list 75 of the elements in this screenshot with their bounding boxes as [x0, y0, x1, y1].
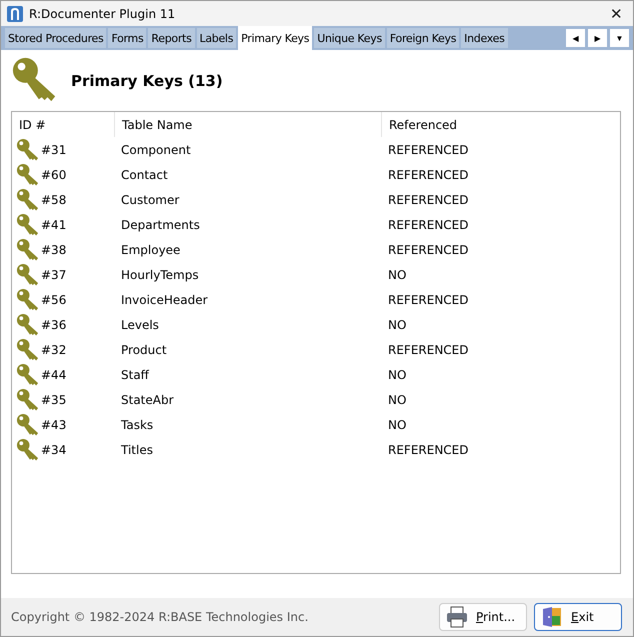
key-icon	[16, 188, 40, 212]
table-cell: #38	[41, 242, 66, 256]
table-cell: #56	[41, 292, 66, 306]
table-cell: #32	[41, 342, 66, 356]
table-cell-text: Departments	[120, 218, 201, 232]
table-cell-text: Staff	[120, 368, 150, 382]
table-cell: #35	[41, 392, 66, 406]
key-icon	[16, 388, 40, 412]
key-icon	[16, 238, 40, 262]
table-cell-text: NO	[387, 318, 408, 332]
door-icon	[541, 606, 563, 628]
table-cell-text: InvoiceHeader	[120, 292, 209, 306]
close-button[interactable]: ✕	[606, 4, 627, 22]
key-icon	[16, 362, 40, 386]
column-header[interactable]: Referenced	[381, 112, 620, 137]
table-cell: #36	[41, 318, 66, 332]
table-cell-text: StateAbr	[120, 392, 175, 406]
column-header[interactable]: ID #	[12, 112, 114, 137]
table-cell: #43	[41, 418, 66, 432]
table-cell: #34	[41, 442, 66, 456]
table-cell: #41	[41, 218, 66, 232]
tab-scroll-button[interactable]: ▶	[588, 29, 607, 47]
section-heading: Primary Keys (13)	[71, 72, 223, 90]
tab[interactable]: Indexes	[461, 28, 508, 48]
key-icon	[16, 262, 40, 286]
key-icon	[16, 212, 40, 236]
table-cell-text: Tasks	[120, 418, 154, 432]
tab[interactable]: Primary Keys	[238, 26, 312, 50]
table-cell-text: HourlyTemps	[120, 268, 200, 282]
table-cell: #37	[41, 268, 66, 282]
table-cell-text: NO	[387, 368, 408, 382]
exit-button[interactable]: Exit	[534, 603, 622, 631]
table-cell-text: REFERENCED	[387, 342, 470, 356]
print-button[interactable]: Print...	[439, 603, 527, 631]
table-cell-text: Product	[120, 342, 168, 356]
table-cell-text: REFERENCED	[387, 168, 470, 182]
table-cell-text: REFERENCED	[387, 442, 470, 456]
table-cell-text: NO	[387, 418, 408, 432]
table-cell-text: REFERENCED	[387, 242, 470, 256]
tab-scroll-button[interactable]: ▼	[610, 29, 629, 47]
table-cell: #44	[41, 368, 66, 382]
key-icon	[16, 312, 40, 336]
copyright-text: Copyright © 1982-2024 R:BASE Technologies Inc.	[11, 610, 310, 624]
table-cell-text: REFERENCED	[387, 142, 470, 156]
table-cell: #58	[41, 192, 66, 206]
tab[interactable]: Unique Keys	[314, 28, 385, 48]
table-cell-text: Customer	[120, 192, 180, 206]
table-cell-text: Contact	[120, 168, 169, 182]
table-cell-text: NO	[387, 392, 408, 406]
key-icon	[16, 338, 40, 362]
key-icon	[16, 412, 40, 436]
tab[interactable]: Labels	[196, 28, 236, 48]
key-icon	[16, 438, 40, 462]
tab[interactable]: Forms	[108, 28, 146, 48]
table-cell-text: REFERENCED	[387, 292, 470, 306]
key-icon	[16, 138, 40, 162]
table-cell-text: Levels	[120, 318, 160, 332]
key-icon	[16, 162, 40, 186]
window-title: R:Documenter Plugin 11	[29, 6, 176, 20]
table-cell-text: Component	[120, 142, 192, 156]
table-cell-text: REFERENCED	[387, 218, 470, 232]
printer-icon	[446, 606, 468, 628]
table-cell-text: REFERENCED	[387, 192, 470, 206]
column-header[interactable]: Table Name	[114, 112, 381, 137]
tab-scroll-button[interactable]: ◀	[566, 29, 585, 47]
app-icon	[7, 6, 23, 22]
tab[interactable]: Foreign Keys	[386, 28, 460, 48]
key-icon	[16, 288, 40, 312]
table-cell-text: Titles	[120, 442, 154, 456]
table-cell-text: Employee	[120, 242, 182, 256]
tab[interactable]: Reports	[148, 28, 195, 48]
table-cell-text: NO	[387, 268, 408, 282]
tab[interactable]: Stored Procedures	[5, 28, 106, 48]
table-cell: #60	[41, 168, 66, 182]
table-cell: #31	[41, 142, 66, 156]
